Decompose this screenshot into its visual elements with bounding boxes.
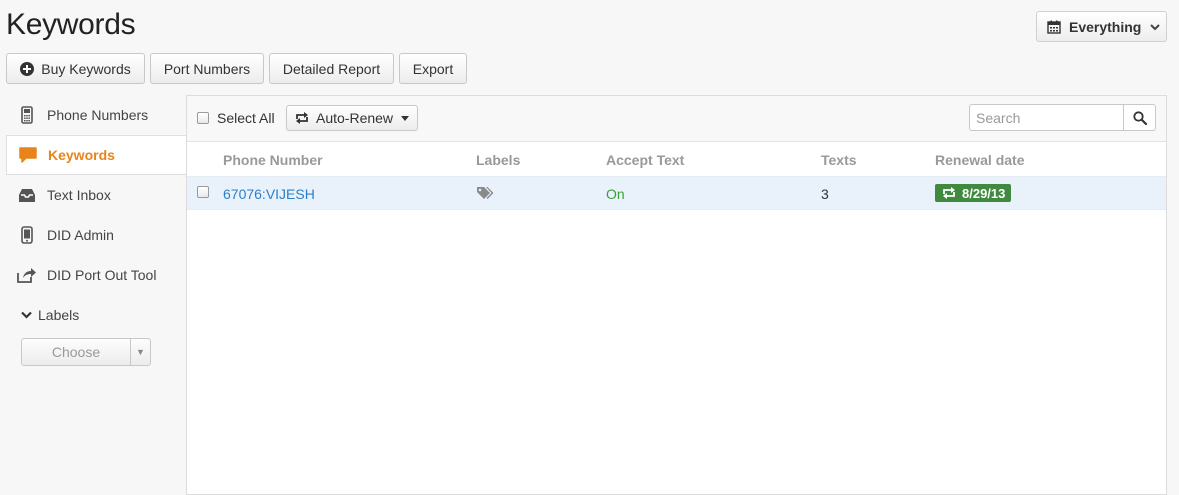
mobile-icon [17,225,37,245]
chevron-down-icon [21,311,32,319]
renewal-date-badge: 8/29/13 [935,184,1012,202]
sidebar-item-label: Phone Numbers [47,107,149,123]
date-range-dropdown[interactable]: Everything [1036,11,1167,42]
chevron-down-icon [1150,23,1161,30]
search-box [969,104,1156,131]
search-button[interactable] [1123,104,1156,131]
sidebar: Phone Numbers Keywords Text Inbox DID Ad… [0,95,188,295]
auto-renew-label: Auto-Renew [316,110,394,126]
search-icon [1132,110,1147,125]
sidebar-item-did-admin[interactable]: DID Admin [0,215,187,255]
sidebar-item-label: DID Port Out Tool [47,267,157,283]
renewal-date-text: 8/29/13 [962,185,1006,201]
select-all-checkbox[interactable] [197,112,209,124]
sidebar-item-label: Text Inbox [47,187,111,203]
port-numbers-label: Port Numbers [163,60,251,77]
choose-placeholder: Choose [51,344,101,360]
column-header-texts[interactable]: Texts [821,152,857,168]
labels-section-toggle[interactable]: Labels [21,307,79,323]
auto-renew-dropdown[interactable]: Auto-Renew [286,105,418,131]
sidebar-item-did-port-out-tool[interactable]: DID Port Out Tool [0,255,187,295]
column-header-labels[interactable]: Labels [476,152,520,168]
plus-circle-icon [20,61,35,76]
detailed-report-label: Detailed Report [282,60,381,77]
sidebar-item-text-inbox[interactable]: Text Inbox [0,175,187,215]
table-row[interactable]: 67076:VIJESH On 3 8/29/13 [187,176,1166,210]
speech-bubble-icon [18,145,38,165]
list-toolbar: Select All Auto-Renew [187,96,1166,142]
share-icon [17,265,37,285]
inbox-icon [17,185,37,205]
port-numbers-button[interactable]: Port Numbers [150,53,264,84]
sidebar-item-keywords[interactable]: Keywords [6,135,188,175]
phone-number-link[interactable]: 67076:VIJESH [223,186,315,202]
keywords-panel: Select All Auto-Renew Phone Number L [186,95,1167,495]
date-range-label: Everything [1069,18,1142,35]
table-header: Phone Number Labels Accept Text Texts Re… [187,142,1166,176]
sidebar-item-label: Keywords [48,147,115,163]
label-choose-select[interactable]: Choose ▼ [21,338,151,366]
export-button[interactable]: Export [399,53,467,84]
labels-heading: Labels [38,307,80,323]
buy-keywords-label: Buy Keywords [41,60,131,77]
calendar-icon [1047,20,1061,34]
sidebar-item-phone-numbers[interactable]: Phone Numbers [0,95,187,135]
column-header-accept-text[interactable]: Accept Text [606,152,684,168]
phone-icon [17,105,37,125]
detailed-report-button[interactable]: Detailed Report [269,53,394,84]
buy-keywords-button[interactable]: Buy Keywords [6,53,145,84]
select-all-label: Select All [217,110,275,126]
triangle-down-icon: ▼ [130,339,150,365]
export-label: Export [412,60,454,77]
select-all[interactable]: Select All [197,110,275,126]
caret-down-icon [401,115,410,121]
page-title: Keywords [6,8,136,41]
sidebar-item-label: DID Admin [47,227,114,243]
tags-icon[interactable] [476,186,496,203]
renew-icon [943,187,955,199]
search-input[interactable] [969,104,1123,131]
column-header-phone-number[interactable]: Phone Number [223,152,323,168]
row-checkbox[interactable] [197,186,209,198]
accept-text-status: On [606,186,625,202]
texts-count: 3 [821,186,829,202]
renew-icon [296,112,308,124]
column-header-renewal-date[interactable]: Renewal date [935,152,1024,168]
